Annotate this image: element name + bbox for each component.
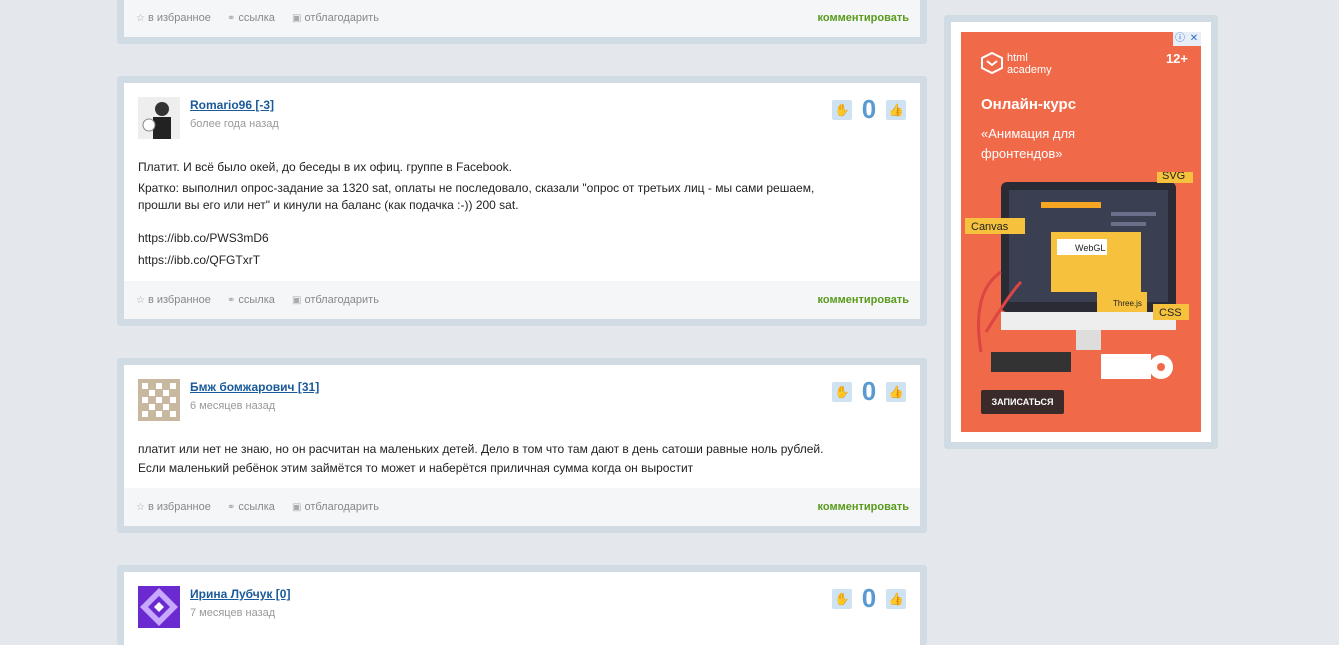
username-link[interactable]: Ирина Лубчук [0]: [190, 587, 290, 601]
vote-count: 0: [861, 583, 877, 613]
html-academy-logo-icon: [981, 52, 1003, 74]
permalink-link[interactable]: ⚭ ссылка: [227, 501, 275, 513]
ad-logo-text: html academy: [1007, 52, 1052, 76]
chain-icon: ⚭: [227, 501, 236, 513]
comment-card: Ирина Лубчук [0] 7 месяцев назад ✋ 0 👍: [117, 565, 927, 645]
permalink-link[interactable]: ⚭ ссылка: [227, 12, 275, 24]
comment-card: Бмж бомжарович [31] 6 месяцев назад ✋ 0 …: [117, 358, 927, 533]
favorite-link[interactable]: ☆ в избранное: [136, 501, 211, 513]
thumbs-up-icon[interactable]: 👍: [886, 100, 906, 120]
comment-card: Romario96 [-3] более года назад ✋ 0 👍 Пл…: [117, 76, 927, 326]
ad-banner[interactable]: ⓘ ✕ html academy 12+ Онлайн-курс «Анимац…: [961, 32, 1201, 432]
avatar[interactable]: [138, 586, 180, 628]
vote-widget: ✋ 0 👍: [832, 583, 907, 613]
computer-illustration-icon: Canvas SVG WebGL Three.js CSS: [965, 172, 1193, 379]
thank-link[interactable]: ▣ отблагодарить: [292, 501, 379, 513]
chain-icon: ⚭: [227, 12, 236, 24]
tag-css: CSS: [1159, 307, 1182, 319]
avatar[interactable]: [138, 379, 180, 421]
ad-subtitle: «Анимация для фронтендов»: [981, 126, 1076, 161]
thumbs-down-icon[interactable]: ✋: [832, 589, 852, 609]
permalink-link[interactable]: ⚭ ссылка: [227, 294, 275, 306]
favorite-link[interactable]: ☆ в избранное: [136, 12, 211, 24]
post-time: 7 месяцев назад: [190, 607, 276, 619]
star-icon: ☆: [136, 501, 145, 513]
tag-threejs: Three.js: [1113, 299, 1142, 308]
star-icon: ☆: [136, 12, 145, 24]
favorite-link[interactable]: ☆ в избранное: [136, 294, 211, 306]
age-rating: 12+: [1165, 51, 1188, 66]
thank-link[interactable]: ▣ отблагодарить: [292, 294, 379, 306]
thumbs-down-icon[interactable]: ✋: [832, 382, 852, 402]
ad-controls: ⓘ ✕: [1173, 32, 1201, 46]
ad-container: ⓘ ✕ html academy 12+ Онлайн-курс «Анимац…: [944, 15, 1218, 449]
username-link[interactable]: Romario96 [-3]: [190, 98, 274, 112]
post-time: 6 месяцев назад: [190, 400, 276, 412]
post-time: более года назад: [190, 118, 279, 130]
tag-canvas: Canvas: [971, 221, 1009, 233]
ad-title: Онлайн-курс: [981, 96, 1077, 113]
comment-link[interactable]: https://ibb.co/PWS3mD6: [138, 230, 269, 247]
thumbs-down-icon[interactable]: ✋: [832, 100, 852, 120]
gift-icon: ▣: [292, 501, 302, 513]
comment-text: платит или нет не знаю, но он расчитан н…: [138, 442, 824, 456]
comment-text: Если маленький ребёнок этим займётся то …: [138, 461, 694, 475]
comment-footer: ☆ в избранное ⚭ ссылка ▣ отблагодарить комм…: [124, 488, 920, 526]
comment-link[interactable]: https://ibb.co/QFGTxrT: [138, 252, 260, 269]
gift-icon: ▣: [292, 12, 302, 24]
comment-text: Платит. И всё было окей, до беседы в их …: [138, 160, 513, 174]
comment-text: Кратко: выполнил опрос-задание за 1320 s…: [138, 181, 815, 195]
vote-count: 0: [861, 376, 877, 406]
chain-icon: ⚭: [227, 294, 236, 306]
comment-text: прошли вы его или нет" и кинули на балан…: [138, 198, 519, 212]
gift-icon: ▣: [292, 294, 302, 306]
vote-widget: ✋ 0 👍: [832, 376, 907, 406]
thumbs-up-icon[interactable]: 👍: [886, 589, 906, 609]
signup-button[interactable]: ЗАПИСАТЬСЯ: [981, 390, 1064, 414]
tag-svg: SVG: [1162, 172, 1185, 182]
username-link[interactable]: Бмж бомжарович [31]: [190, 380, 319, 394]
comment-button[interactable]: комментировать: [818, 294, 909, 306]
comment-button[interactable]: комментировать: [818, 12, 909, 24]
info-icon[interactable]: ⓘ: [1173, 32, 1187, 46]
vote-widget: ✋ 0 👍: [832, 94, 907, 124]
star-icon: ☆: [136, 294, 145, 306]
thumbs-up-icon[interactable]: 👍: [886, 382, 906, 402]
comment-button[interactable]: комментировать: [818, 501, 909, 513]
comment-footer: ☆ в избранное ⚭ ссылка ▣ отблагодарить комм…: [124, 0, 920, 37]
tag-webgl: WebGL: [1075, 243, 1105, 253]
close-icon[interactable]: ✕: [1187, 32, 1201, 46]
avatar[interactable]: [138, 97, 180, 139]
comment-footer: ☆ в избранное ⚭ ссылка ▣ отблагодарить комм…: [124, 281, 920, 319]
comment-card-partial: ☆ в избранное ⚭ ссылка ▣ отблагодарить комм…: [117, 0, 927, 44]
vote-count: 0: [861, 94, 877, 124]
thank-link[interactable]: ▣ отблагодарить: [292, 12, 379, 24]
